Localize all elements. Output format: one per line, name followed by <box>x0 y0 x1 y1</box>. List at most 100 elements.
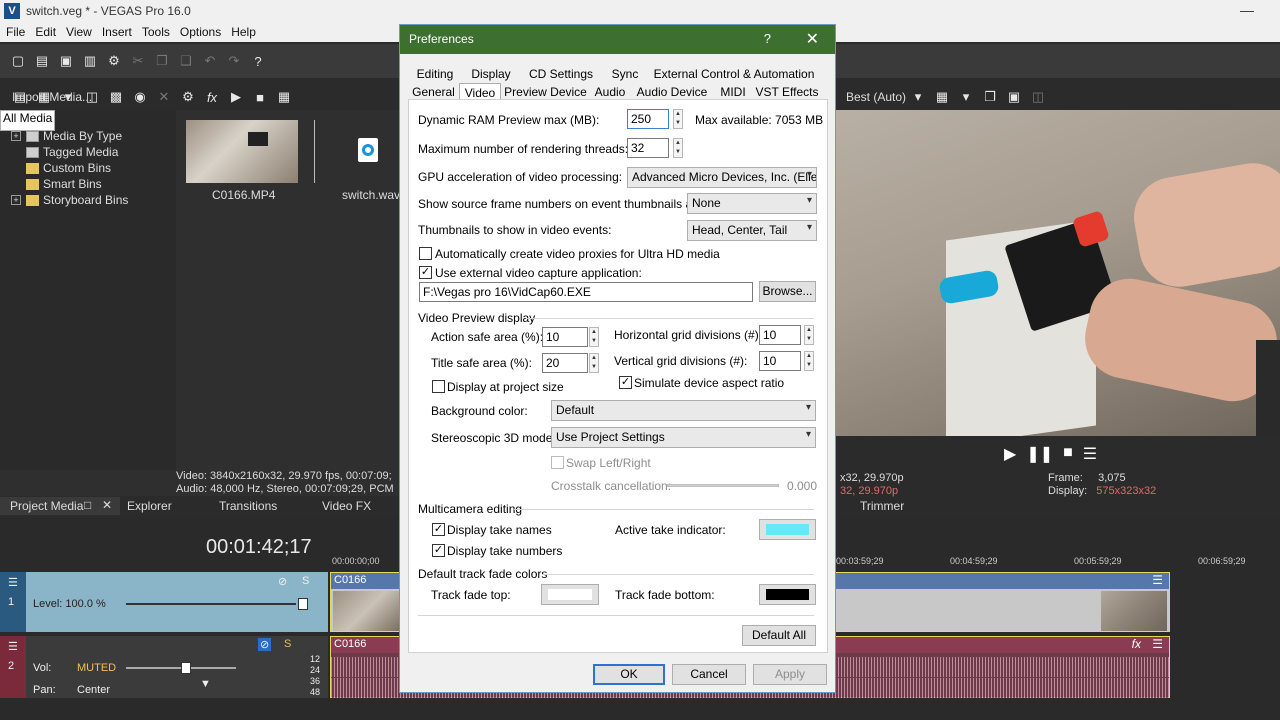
video-thumbnail[interactable] <box>186 120 298 183</box>
bg-color-select[interactable]: Default ▾ <box>551 400 816 421</box>
tab-display[interactable]: Display <box>462 65 520 83</box>
menu-insert[interactable]: Insert <box>102 25 132 39</box>
external-capture-checkbox[interactable]: ✓ <box>419 266 432 279</box>
overlay-dropdown-icon[interactable]: ▾ <box>958 89 974 105</box>
fade-bottom-color-button[interactable] <box>759 584 816 605</box>
stop-icon[interactable]: ■ <box>252 89 268 105</box>
audio-file-icon[interactable] <box>358 138 378 162</box>
title-safe-spinner[interactable]: ▲ ▼ <box>589 353 599 373</box>
menu-help[interactable]: Help <box>231 25 256 39</box>
cut-icon[interactable]: ✂ <box>130 53 146 69</box>
browse-button[interactable]: Browse... <box>759 281 816 302</box>
media-fx-icon[interactable]: ▩ <box>108 89 124 105</box>
project-size-checkbox[interactable] <box>432 380 445 393</box>
render-icon[interactable]: ▥ <box>82 53 98 69</box>
track-menu-icon[interactable]: ☰ <box>8 640 18 653</box>
tab-sync[interactable]: Sync <box>602 65 648 83</box>
tree-item-all-media[interactable]: − All Media <box>0 109 176 131</box>
event-menu-icon[interactable]: ☰ <box>1152 637 1163 651</box>
close-tab-icon[interactable]: ✕ <box>102 498 112 512</box>
apply-button[interactable]: Apply <box>753 664 827 685</box>
properties-gear-icon[interactable]: ⚙ <box>180 89 196 105</box>
solo-icon[interactable]: S <box>302 575 309 587</box>
ram-spinner[interactable]: ▲ ▼ <box>673 109 683 129</box>
default-all-button[interactable]: Default All <box>742 625 816 646</box>
threads-spinner[interactable]: ▲ ▼ <box>673 138 683 158</box>
stop-icon[interactable]: ■ <box>1063 444 1073 464</box>
undo-icon[interactable]: ↶ <box>202 53 218 69</box>
new-file-icon[interactable]: ▢ <box>10 53 26 69</box>
audio-track-header[interactable]: ☰ 2 Vol: MUTED Pan: Center ▼ ⊘ S 12 24 3… <box>0 636 328 698</box>
title-safe-input[interactable]: 20 <box>542 353 588 373</box>
remove-icon[interactable]: ✕ <box>156 89 172 105</box>
hgrid-spinner[interactable]: ▲ ▼ <box>804 325 814 345</box>
tab-video-fx[interactable]: Video FX <box>322 499 371 513</box>
open-folder-icon[interactable]: ▤ <box>34 53 50 69</box>
tab-trimmer[interactable]: Trimmer <box>860 499 904 513</box>
aspect-ratio-checkbox[interactable]: ✓ <box>619 376 632 389</box>
event-fx-icon[interactable]: fx <box>1132 637 1141 651</box>
quality-dropdown-icon[interactable]: ▾ <box>910 89 926 105</box>
solo-icon[interactable]: S <box>284 638 291 650</box>
mute-icon[interactable]: ⊘ <box>258 638 272 651</box>
tab-project-media[interactable]: Project Media <box>10 499 83 513</box>
save-snapshot-icon[interactable]: ▣ <box>1006 89 1022 105</box>
capture-path-input[interactable]: F:\Vegas pro 16\VidCap60.EXE <box>419 282 753 302</box>
track-menu-icon[interactable]: ☰ <box>8 576 18 589</box>
redo-icon[interactable]: ↷ <box>226 53 242 69</box>
expand-icon[interactable]: + <box>11 131 21 141</box>
import-media-button[interactable]: Import Media... <box>12 90 92 104</box>
play-icon[interactable]: ▶ <box>1004 444 1016 464</box>
tab-explorer[interactable]: Explorer <box>127 499 172 513</box>
menu-file[interactable]: File <box>6 25 25 39</box>
vgrid-spinner[interactable]: ▲ ▼ <box>804 351 814 371</box>
gpu-select[interactable]: Advanced Micro Devices, Inc. (Elle ▾ <box>627 167 817 188</box>
video-track-header[interactable]: ☰ 1 Level: 100.0 % ⊘ S <box>0 572 328 632</box>
pan-slider-icon[interactable]: ▼ <box>200 678 211 690</box>
vgrid-input[interactable]: 10 <box>759 351 801 371</box>
whats-this-icon[interactable]: ? <box>250 53 266 69</box>
swap-checkbox[interactable] <box>551 456 564 469</box>
pause-icon[interactable]: ❚❚ <box>1026 444 1053 464</box>
copy-snapshot-icon[interactable]: ❐ <box>982 89 998 105</box>
play-icon[interactable]: ▶ <box>228 89 244 105</box>
fx-icon[interactable]: fx <box>204 89 220 105</box>
grid-icon[interactable]: ▦ <box>934 89 950 105</box>
copy-icon[interactable]: ❐ <box>154 53 170 69</box>
tree-item-custom-bins[interactable]: Custom Bins <box>0 160 176 176</box>
media-file-name[interactable]: C0166.MP4 <box>212 188 275 202</box>
action-safe-spinner[interactable]: ▲ ▼ <box>589 327 599 347</box>
close-button[interactable]: ✕ <box>806 29 819 49</box>
tab-transitions[interactable]: Transitions <box>219 499 277 513</box>
split-screen-icon[interactable]: ◫ <box>1030 89 1046 105</box>
threads-input[interactable]: 32 <box>627 138 669 158</box>
expand-icon[interactable]: + <box>11 195 21 205</box>
mute-icon[interactable]: ⊘ <box>278 575 287 588</box>
event-menu-icon[interactable]: ☰ <box>1152 573 1163 587</box>
stereo-select[interactable]: Use Project Settings ▾ <box>551 427 816 448</box>
crosstalk-slider[interactable] <box>667 484 779 487</box>
tab-editing[interactable]: Editing <box>408 65 462 83</box>
cancel-button[interactable]: Cancel <box>672 664 746 685</box>
take-indicator-color-button[interactable] <box>759 519 816 540</box>
tree-item-storyboard-bins[interactable]: + Storyboard Bins <box>0 192 176 208</box>
ram-preview-input[interactable]: 250 <box>627 109 669 129</box>
ok-button[interactable]: OK <box>593 664 665 685</box>
proxies-checkbox[interactable] <box>419 247 432 260</box>
minimize-button[interactable]: — <box>1240 2 1254 18</box>
thumbnails-select[interactable]: Head, Center, Tail ▾ <box>687 220 817 241</box>
preview-quality[interactable]: Best (Auto) <box>846 90 906 104</box>
tab-external-control[interactable]: External Control & Automation <box>648 65 820 83</box>
settings-gear-icon[interactable]: ⚙ <box>106 53 122 69</box>
menu-icon[interactable]: ☰ <box>1083 444 1097 464</box>
maximize-icon[interactable]: □ <box>84 498 91 512</box>
save-icon[interactable]: ▣ <box>58 53 74 69</box>
menu-options[interactable]: Options <box>180 25 221 39</box>
fade-top-color-button[interactable] <box>541 584 599 605</box>
menu-edit[interactable]: Edit <box>35 25 56 39</box>
auto-preview-icon[interactable]: ▦ <box>276 89 292 105</box>
get-media-icon[interactable]: ◉ <box>132 89 148 105</box>
menu-view[interactable]: View <box>66 25 92 39</box>
tab-cd-settings[interactable]: CD Settings <box>520 65 602 83</box>
paste-icon[interactable]: ❏ <box>178 53 194 69</box>
